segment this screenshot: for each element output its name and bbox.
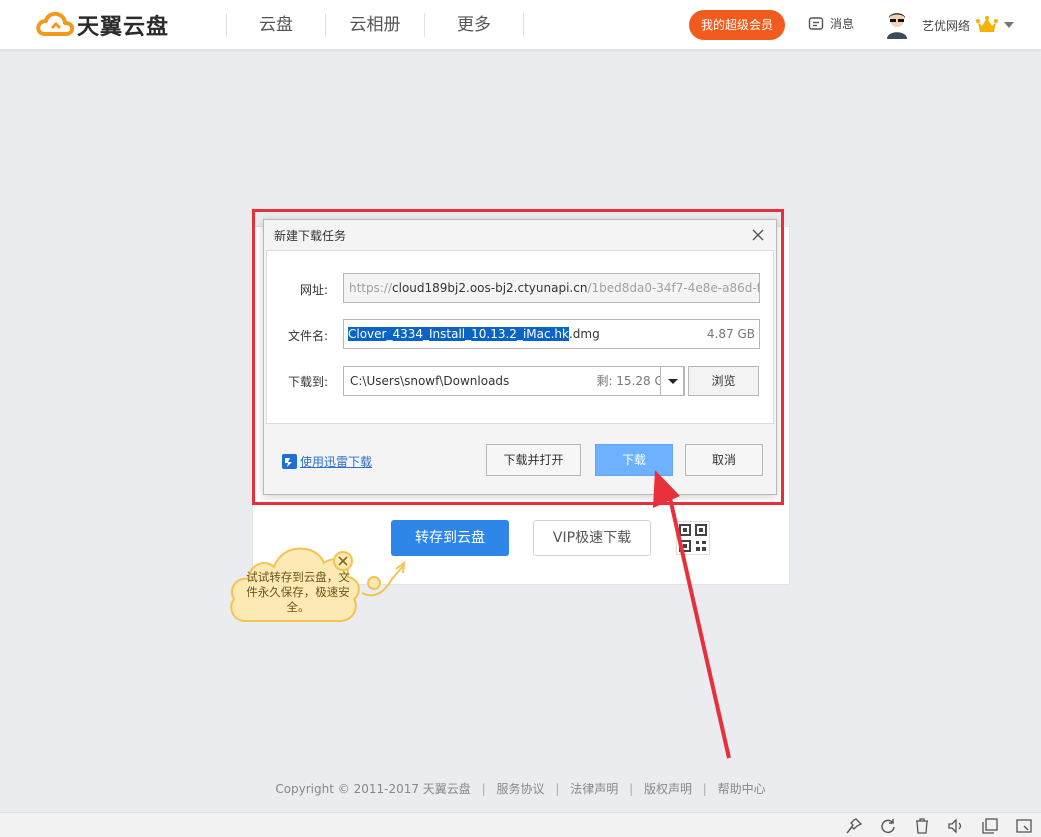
nav-divider bbox=[523, 13, 524, 37]
nav-item-more[interactable]: 更多 bbox=[425, 0, 523, 50]
messages-label: 消息 bbox=[830, 17, 855, 31]
thunder-icon bbox=[282, 454, 297, 469]
file-size: 4.87 GB bbox=[706, 327, 755, 341]
logo-text: 天翼云盘 bbox=[77, 15, 170, 40]
bottom-toolbar bbox=[0, 812, 1041, 837]
copyright: Copyright © 2011-2017 天翼云盘 bbox=[275, 782, 471, 796]
crown-icon bbox=[976, 16, 999, 32]
thunder-link-label: 使用迅雷下载 bbox=[300, 455, 373, 469]
filename-ext: .dmg bbox=[568, 327, 600, 341]
filename-label: 文件名: bbox=[288, 329, 329, 343]
save-path-field[interactable]: C:\Users\snowf\Downloads 剩: 15.28 GB bbox=[343, 366, 685, 396]
footer-link-terms[interactable]: 服务协议 bbox=[497, 782, 545, 796]
message-icon bbox=[808, 16, 824, 30]
fullscreen-icon[interactable] bbox=[1015, 817, 1033, 835]
toolbar-icons bbox=[829, 817, 1033, 835]
messages-link[interactable]: 消息 bbox=[808, 15, 854, 32]
top-header: 天翼云盘 云盘 云相册 更多 我的超级会员 消息 艺优网络 bbox=[0, 0, 1041, 50]
url-prefix: https:// bbox=[349, 281, 393, 295]
footer-separator: | bbox=[481, 782, 486, 796]
logo[interactable]: 天翼云盘 bbox=[36, 10, 169, 40]
user-menu[interactable]: 艺优网络 bbox=[885, 11, 1015, 39]
filename-selected: Clover_4334_Install_10.13.2_iMac.hk bbox=[348, 327, 569, 341]
url-field[interactable]: https://cloud189bj2.oos-bj2.ctyunapi.cn/… bbox=[343, 273, 760, 303]
pin-icon[interactable] bbox=[845, 817, 863, 835]
main-nav: 云盘 云相册 更多 bbox=[226, 0, 524, 50]
footer-separator: | bbox=[629, 782, 634, 796]
footer-link-help[interactable]: 帮助中心 bbox=[718, 782, 766, 796]
annotation-arrow bbox=[653, 470, 731, 759]
thunder-download-link[interactable]: 使用迅雷下载 bbox=[282, 453, 372, 470]
dialog-title: 新建下载任务 bbox=[274, 229, 347, 243]
save-path: C:\Users\snowf\Downloads bbox=[350, 374, 510, 388]
path-dropdown-button[interactable] bbox=[660, 366, 684, 396]
close-icon[interactable] bbox=[751, 228, 765, 242]
refresh-icon[interactable] bbox=[879, 817, 897, 835]
footer: Copyright © 2011-2017 天翼云盘 | 服务协议 | 法律声明… bbox=[0, 780, 1041, 797]
cloud-logo-icon bbox=[36, 12, 74, 36]
trash-icon[interactable] bbox=[913, 817, 931, 835]
nav-item-cloud[interactable]: 云盘 bbox=[227, 0, 325, 50]
footer-separator: | bbox=[555, 782, 560, 796]
url-host: cloud189bj2.oos-bj2.ctyunapi.cn bbox=[392, 281, 588, 295]
dialog-body: 网址: https://cloud189bj2.oos-bj2.ctyunapi… bbox=[266, 250, 774, 424]
nav-item-album[interactable]: 云相册 bbox=[326, 0, 424, 50]
username: 艺优网络 bbox=[922, 18, 971, 33]
my-vip-button[interactable]: 我的超级会员 bbox=[689, 10, 785, 40]
url-label: 网址: bbox=[300, 283, 329, 297]
footer-link-legal[interactable]: 法律声明 bbox=[570, 782, 618, 796]
footer-separator: | bbox=[702, 782, 707, 796]
filename-field[interactable]: Clover_4334_Install_10.13.2_iMac.hk.dmg 4… bbox=[343, 319, 760, 349]
avatar bbox=[887, 13, 907, 39]
new-download-dialog: 新建下载任务 网址: https://cloud189bj2.oos-bj2.c… bbox=[263, 219, 777, 495]
window-icon[interactable] bbox=[981, 817, 999, 835]
volume-icon[interactable] bbox=[947, 817, 965, 835]
chevron-down-icon bbox=[1004, 22, 1015, 28]
url-rest: /1bed8da0-34f7-4e8e-a86d-f2 bbox=[587, 281, 760, 295]
saveto-label: 下载到: bbox=[288, 375, 329, 389]
browse-button[interactable]: 浏览 bbox=[688, 366, 759, 396]
download-and-open-button[interactable]: 下载并打开 bbox=[486, 444, 581, 476]
tooltip-text: 试试转存到云盘，文件永久保存，极速安全。 bbox=[246, 570, 350, 614]
vip-download-button[interactable]: VIP极速下载 bbox=[533, 520, 651, 556]
footer-link-copyright[interactable]: 版权声明 bbox=[644, 782, 692, 796]
